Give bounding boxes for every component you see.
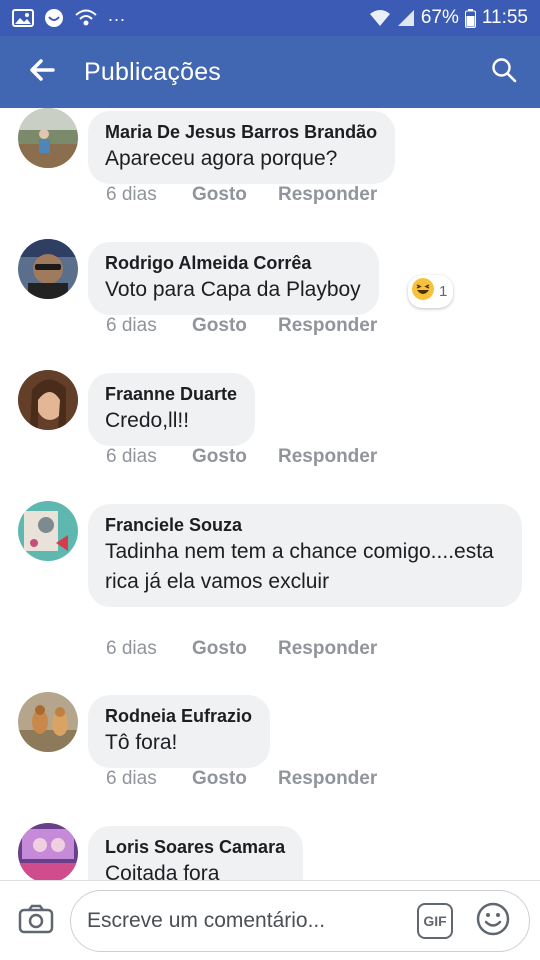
emoji-button[interactable] (475, 902, 511, 941)
gif-button[interactable]: GIF (417, 903, 453, 939)
comment-actions: 6 dias Gosto Responder (106, 446, 377, 468)
reaction-summary[interactable]: 1 (408, 275, 454, 308)
comment-time: 6 dias (106, 184, 157, 205)
avatar[interactable] (18, 239, 78, 299)
reply-link[interactable]: Responder (278, 446, 377, 468)
status-bar: ... 67% 11:55 (0, 0, 540, 36)
comment-bubble: Franciele Souza Tadinha nem tem a chance… (88, 504, 522, 607)
comment-actions: 6 dias Gosto Responder (106, 638, 377, 660)
battery-percent: 67% (420, 7, 459, 28)
comment-author[interactable]: Maria De Jesus Barros Brandão (105, 120, 377, 144)
comment-author[interactable]: Rodrigo Almeida Corrêa (105, 251, 361, 275)
emoji-icon (476, 902, 510, 941)
avatar[interactable] (18, 823, 78, 880)
avatar[interactable] (18, 108, 78, 168)
reply-link[interactable]: Responder (278, 768, 377, 790)
back-arrow-icon (28, 58, 56, 87)
like-link[interactable]: Gosto (192, 184, 278, 206)
messenger-icon (44, 8, 64, 28)
wifi-calling-icon (74, 8, 98, 28)
comment-input[interactable] (87, 905, 407, 937)
comment-actions: 6 dias Gosto Responder (106, 184, 377, 206)
comment-author[interactable]: Franciele Souza (105, 513, 504, 537)
comment-author[interactable]: Fraanne Duarte (105, 382, 237, 406)
comment-text: Coitada fora (105, 862, 220, 880)
search-button[interactable] (468, 36, 540, 108)
comment-bubble: Rodneia Eufrazio Tô fora! (88, 695, 271, 768)
signal-icon (397, 9, 415, 27)
camera-button[interactable] (16, 901, 56, 941)
reply-link[interactable]: Responder (278, 184, 377, 206)
avatar[interactable] (18, 692, 78, 752)
like-link[interactable]: Gosto (192, 446, 278, 468)
reply-link[interactable]: Responder (278, 638, 377, 660)
comment-text: Voto para Capa da Playboy (105, 278, 361, 301)
image-icon (12, 9, 34, 27)
avatar[interactable] (18, 370, 78, 430)
comment-author[interactable]: Loris Soares Camara (105, 835, 285, 859)
app-header: Publicações (0, 36, 540, 108)
comment-text: Apareceu agora porque? (105, 147, 338, 170)
comment-text: Credo,ll!! (105, 409, 190, 432)
comment-bubble: Fraanne Duarte Credo,ll!! (88, 373, 256, 446)
reply-link[interactable]: Responder (278, 315, 377, 337)
comment-author[interactable]: Rodneia Eufrazio (105, 704, 252, 728)
comment-bubble: Maria De Jesus Barros Brandão Apareceu a… (88, 111, 396, 184)
comment-text: Tô fora! (105, 731, 178, 754)
like-link[interactable]: Gosto (192, 768, 278, 790)
wifi-icon (369, 9, 391, 27)
comment-time: 6 dias (106, 446, 157, 467)
comment-bubble: Rodrigo Almeida Corrêa Voto para Capa da… (88, 242, 379, 315)
clock: 11:55 (481, 7, 528, 28)
laughing-emoji-icon (411, 277, 435, 306)
comment-composer: GIF (0, 880, 540, 960)
comment-time: 6 dias (106, 768, 157, 789)
more-notifications: ... (108, 4, 127, 25)
comment-bubble: Loris Soares Camara Coitada fora (88, 826, 304, 880)
comment-box: GIF (70, 890, 530, 952)
reaction-count: 1 (439, 283, 448, 300)
battery-icon (464, 8, 476, 28)
avatar[interactable] (18, 501, 78, 561)
comment-text: Tadinha nem tem a chance comigo....esta … (105, 540, 494, 593)
comment-time: 6 dias (106, 315, 157, 336)
like-link[interactable]: Gosto (192, 638, 278, 660)
page-title: Publicações (84, 57, 222, 86)
comment-actions: 6 dias Gosto Responder (106, 315, 377, 337)
like-link[interactable]: Gosto (192, 315, 278, 337)
comment-list: Maria De Jesus Barros Brandão Apareceu a… (0, 108, 540, 880)
search-icon (491, 57, 517, 88)
comment-actions: 6 dias Gosto Responder (106, 768, 377, 790)
comment-time: 6 dias (106, 638, 157, 659)
back-button[interactable] (0, 36, 84, 108)
camera-icon (18, 904, 54, 939)
